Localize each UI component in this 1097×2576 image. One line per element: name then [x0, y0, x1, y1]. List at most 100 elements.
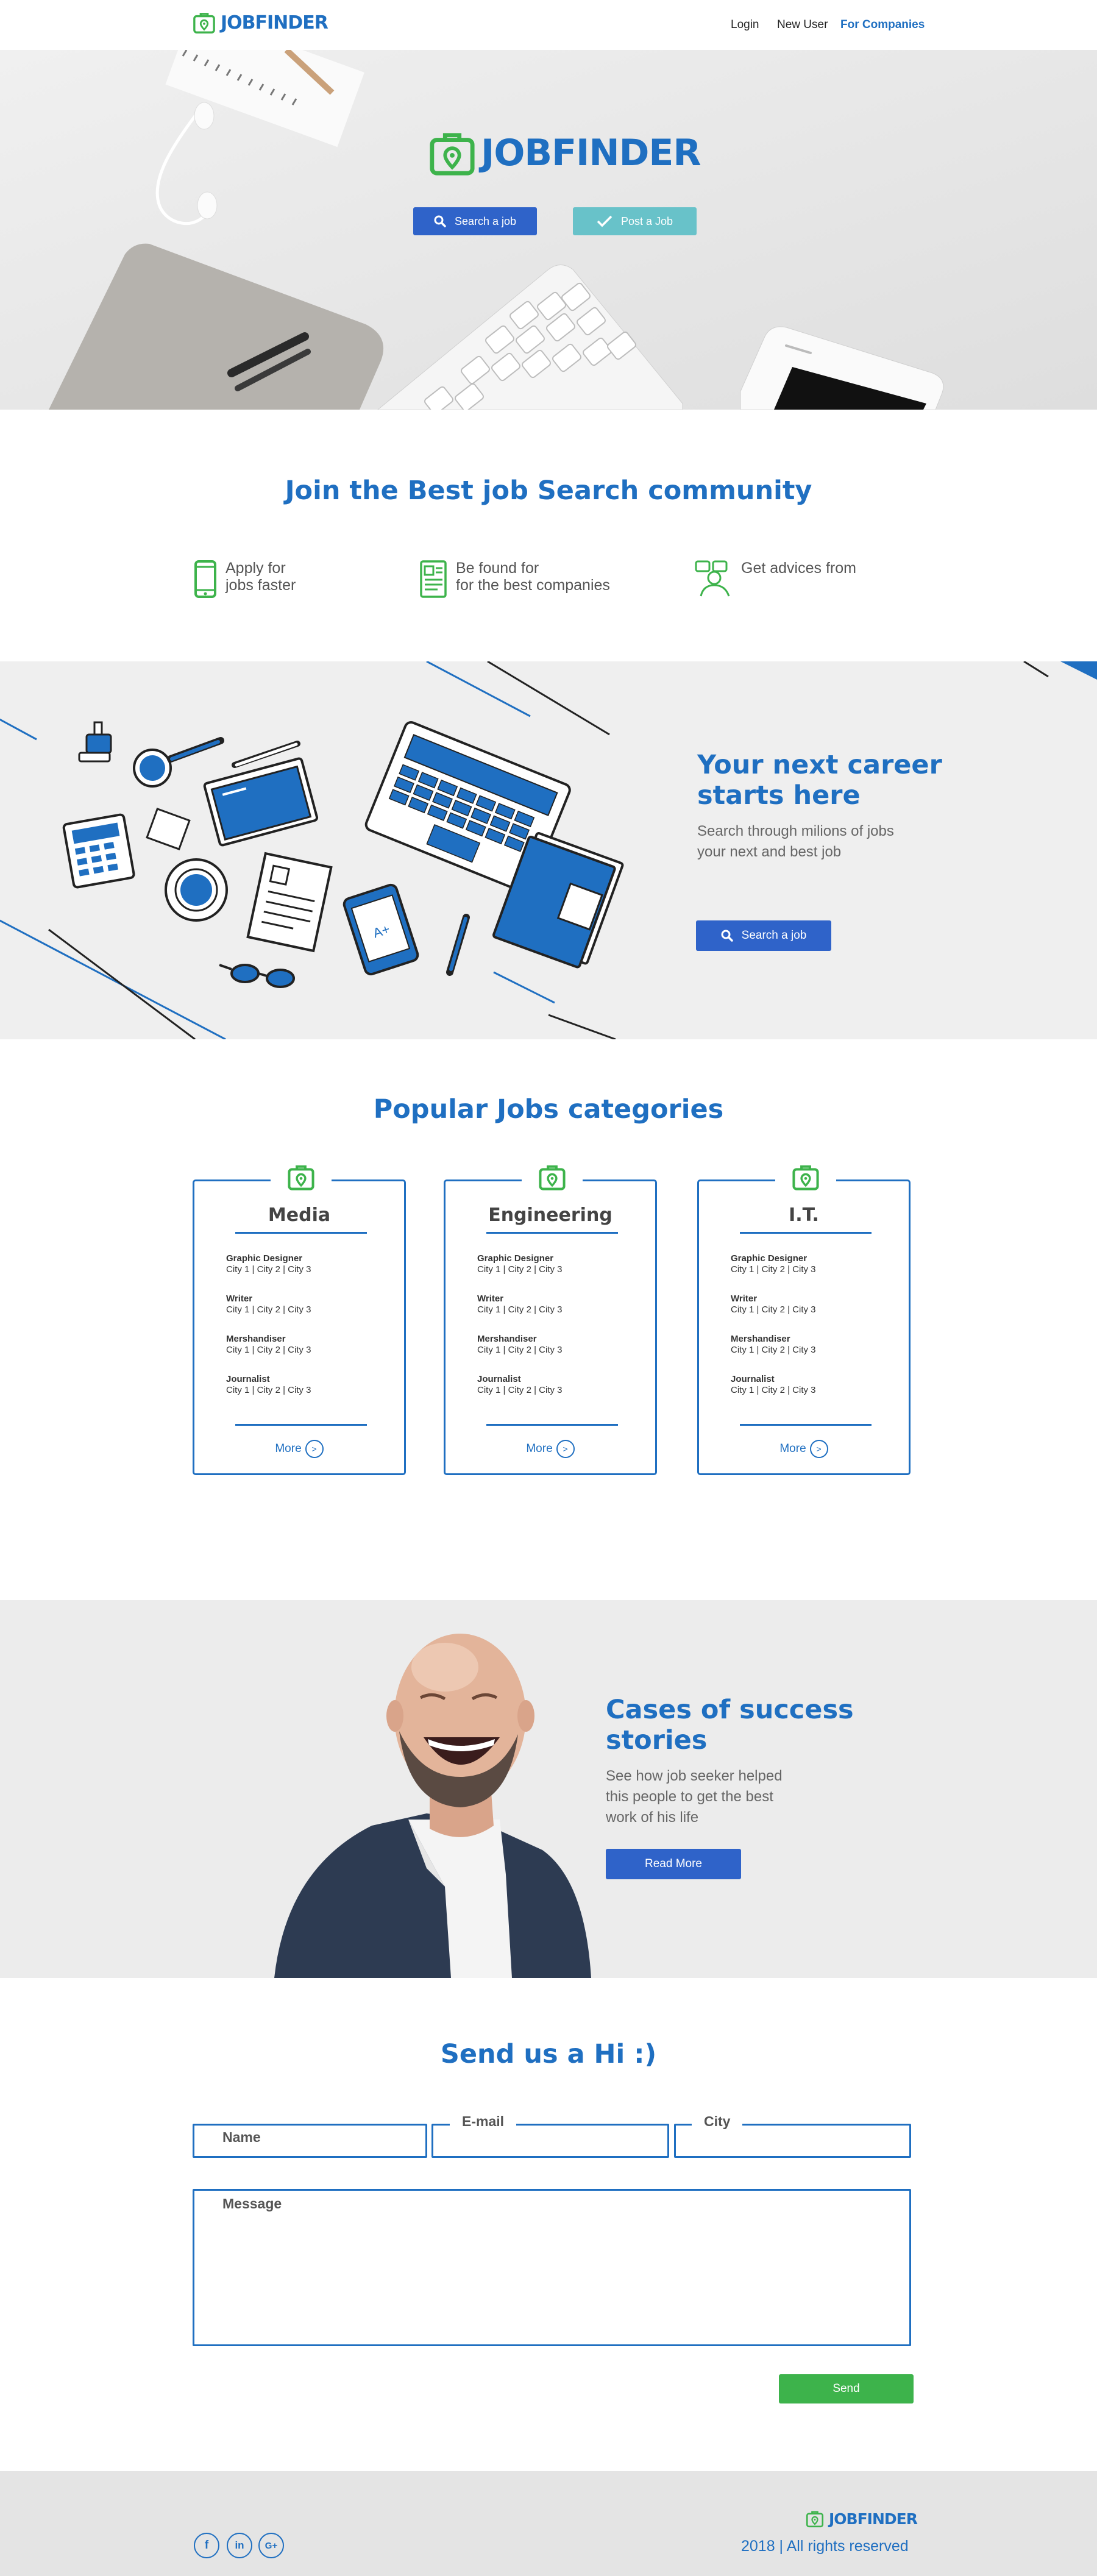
job-name: Mershandiser — [731, 1334, 790, 1344]
career-search-job-button[interactable]: Search a job — [696, 920, 831, 951]
advice-person-icon — [695, 560, 730, 597]
job-item[interactable]: Journalist City 1 | City 2 | City 3 — [731, 1374, 816, 1396]
job-item[interactable]: Journalist City 1 | City 2 | City 3 — [477, 1374, 563, 1396]
nav-logo-text: JOBFINDER — [221, 12, 328, 34]
arrow-right-icon: > — [305, 1440, 324, 1458]
facebook-icon[interactable]: f — [194, 2533, 219, 2558]
job-name: Graphic Designer — [477, 1253, 554, 1264]
category-card-media: Media Graphic Designer City 1 | City 2 | … — [193, 1159, 406, 1475]
read-more-button[interactable]: Read More — [606, 1849, 741, 1879]
login-link[interactable]: Login — [731, 18, 759, 32]
hero-search-job-label: Search a job — [454, 215, 517, 227]
career-description: Search through milions of jobs your next… — [697, 821, 894, 863]
job-item[interactable]: Mershandiser City 1 | City 2 | City 3 — [226, 1334, 311, 1356]
job-name: Graphic Designer — [226, 1253, 303, 1264]
office-supplies-illustration: A+ — [0, 661, 624, 1039]
career-search-job-label: Search a job — [741, 929, 807, 942]
category-title-rule — [740, 1232, 872, 1234]
for-companies-link[interactable]: For Companies — [840, 18, 925, 32]
job-item[interactable]: Mershandiser City 1 | City 2 | City 3 — [731, 1334, 816, 1356]
briefcase-pin-icon — [193, 13, 215, 34]
more-label: More — [526, 1442, 553, 1455]
job-name: Mershandiser — [226, 1334, 286, 1344]
job-cities: City 1 | City 2 | City 3 — [226, 1385, 311, 1395]
hero-banner: JOBFINDER Search a job Post a Job — [0, 50, 1097, 410]
job-cities: City 1 | City 2 | City 3 — [731, 1264, 816, 1275]
job-item[interactable]: Mershandiser City 1 | City 2 | City 3 — [477, 1334, 563, 1356]
briefcase-pin-icon — [539, 1165, 566, 1190]
feature-apply: Apply for jobs faster — [194, 560, 296, 599]
job-item[interactable]: Graphic Designer City 1 | City 2 | City 3 — [477, 1253, 563, 1275]
briefcase-pin-icon — [430, 133, 475, 176]
message-field-label: Message — [210, 2196, 294, 2212]
category-bottom-rule — [740, 1424, 872, 1426]
briefcase-pin-icon — [792, 1165, 819, 1190]
category-card-it: I.T. Graphic Designer City 1 | City 2 | C… — [697, 1159, 911, 1475]
new-user-link[interactable]: New User — [777, 18, 828, 32]
email-field-label: E-mail — [450, 2113, 517, 2130]
career-text-line2: your next and best job — [697, 844, 842, 860]
laughing-man-photo — [274, 1634, 591, 1978]
contact-title: Send us a Hi :) — [440, 2039, 657, 2069]
job-cities: City 1 | City 2 | City 3 — [477, 1304, 563, 1315]
footer-copyright: 2018 | All rights reserved — [741, 2538, 909, 2555]
success-title-line2: stories — [606, 1725, 708, 1756]
feature-advice-text: Get advices from — [741, 560, 856, 577]
briefcase-pin-icon — [288, 1165, 314, 1190]
job-item[interactable]: Writer City 1 | City 2 | City 3 — [226, 1293, 311, 1315]
message-field[interactable] — [193, 2189, 911, 2346]
job-item[interactable]: Writer City 1 | City 2 | City 3 — [477, 1293, 563, 1315]
top-navbar: JOBFINDER Login New User For Companies — [0, 0, 1097, 50]
footer-logo[interactable]: JOBFINDER — [806, 2510, 918, 2528]
hero-post-job-button[interactable]: Post a Job — [573, 207, 697, 235]
job-cities: City 1 | City 2 | City 3 — [477, 1345, 563, 1355]
check-icon — [597, 215, 612, 227]
feature-apply-line2: jobs faster — [225, 577, 296, 594]
linkedin-icon[interactable]: in — [227, 2533, 252, 2558]
job-name: Writer — [477, 1293, 504, 1304]
city-field-label: City — [692, 2113, 743, 2130]
footer: f in G+ JOBFINDER 2018 | All rights rese… — [0, 2471, 1097, 2576]
corner-stripes — [1023, 661, 1097, 680]
career-title-line1: Your next career — [697, 750, 942, 780]
category-icon-wrap — [522, 1159, 583, 1195]
success-title-line1: Cases of success — [606, 1695, 854, 1725]
career-title: Your next career starts here — [697, 750, 942, 811]
google-plus-icon[interactable]: G+ — [258, 2533, 284, 2558]
more-label: More — [779, 1442, 806, 1455]
job-name: Journalist — [731, 1374, 775, 1384]
hero-search-job-button[interactable]: Search a job — [413, 207, 537, 235]
nav-logo[interactable]: JOBFINDER — [193, 11, 328, 34]
search-icon — [721, 930, 733, 942]
search-icon — [434, 215, 446, 227]
hero-logo: JOBFINDER — [428, 129, 701, 177]
job-item[interactable]: Graphic Designer City 1 | City 2 | City 3 — [226, 1253, 311, 1275]
more-label: More — [275, 1442, 302, 1455]
send-button[interactable]: Send — [779, 2374, 914, 2403]
category-more-link[interactable]: More > — [699, 1440, 909, 1458]
categories-title: Popular Jobs categories — [373, 1094, 724, 1125]
category-title-rule — [235, 1232, 367, 1234]
category-bottom-rule — [235, 1424, 367, 1426]
feature-found-line1: Be found for — [456, 560, 539, 577]
success-text-line3: work of his life — [606, 1809, 699, 1826]
briefcase-pin-icon — [806, 2511, 824, 2528]
career-title-line2: starts here — [697, 780, 861, 811]
category-more-link[interactable]: More > — [194, 1440, 404, 1458]
category-bottom-rule — [486, 1424, 618, 1426]
job-name: Graphic Designer — [731, 1253, 808, 1264]
feature-apply-line1: Apply for — [225, 560, 286, 577]
career-section: A+ Your next career starts here Search t… — [0, 661, 1097, 1039]
category-icon-wrap — [775, 1159, 836, 1195]
job-item[interactable]: Writer City 1 | City 2 | City 3 — [731, 1293, 816, 1315]
job-item[interactable]: Journalist City 1 | City 2 | City 3 — [226, 1374, 311, 1396]
category-title-rule — [486, 1232, 618, 1234]
hero-logo-text: JOBFINDER — [481, 132, 701, 174]
job-item[interactable]: Graphic Designer City 1 | City 2 | City 3 — [731, 1253, 816, 1275]
feature-advice-line1: Get advices from — [741, 560, 856, 577]
career-text-line1: Search through milions of jobs — [697, 823, 894, 839]
category-title: Media — [268, 1204, 331, 1226]
category-more-link[interactable]: More > — [446, 1440, 655, 1458]
job-cities: City 1 | City 2 | City 3 — [226, 1264, 311, 1275]
name-field-label: Name — [210, 2129, 273, 2146]
